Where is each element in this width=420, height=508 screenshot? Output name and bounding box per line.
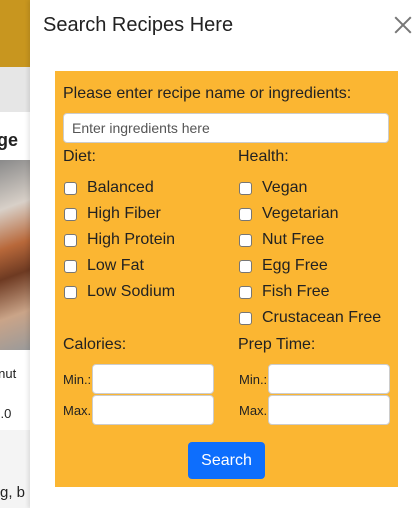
ingredients-search-input[interactable] <box>63 113 389 143</box>
checkbox[interactable] <box>64 233 77 247</box>
checkbox[interactable] <box>239 285 252 299</box>
background-number-text: 00.0 <box>0 406 12 421</box>
diet-option-low-fat[interactable]: Low Fat <box>64 255 144 277</box>
checkbox[interactable] <box>239 233 252 247</box>
calories-max-input[interactable] <box>92 395 214 425</box>
diet-label: Diet: <box>63 148 96 165</box>
health-option-label: Fish Free <box>262 283 330 300</box>
health-option-vegan[interactable]: Vegan <box>239 177 307 199</box>
health-option-label: Egg Free <box>262 257 328 274</box>
checkbox[interactable] <box>64 207 77 221</box>
prep-time-min-input[interactable] <box>268 364 390 394</box>
search-form: Please enter recipe name or ingredients:… <box>55 71 398 487</box>
diet-option-label: Low Fat <box>87 257 144 274</box>
health-option-egg-free[interactable]: Egg Free <box>239 255 328 277</box>
background-minutes-text: ninut <box>0 366 17 381</box>
health-label: Health: <box>238 148 289 165</box>
modal-title: Search Recipes Here <box>43 14 234 36</box>
background-recipe-title: nge <box>0 130 19 150</box>
prep-time-max-label: Max. <box>239 403 268 418</box>
calories-max-label: Max. <box>63 403 92 418</box>
background-band <box>0 67 30 112</box>
calories-min-input[interactable] <box>92 364 214 394</box>
calories-min-label: Min.: <box>63 372 92 387</box>
health-option-fish-free[interactable]: Fish Free <box>239 281 330 303</box>
checkbox[interactable] <box>239 207 252 221</box>
checkbox[interactable] <box>239 311 252 325</box>
diet-option-label: High Protein <box>87 231 176 248</box>
diet-option-high-fiber[interactable]: High Fiber <box>64 203 161 225</box>
diet-option-label: Low Sodium <box>87 283 176 300</box>
health-option-label: Vegan <box>262 179 308 196</box>
close-icon[interactable] <box>392 12 414 38</box>
diet-option-label: High Fiber <box>87 205 161 222</box>
health-option-nut-free[interactable]: Nut Free <box>239 229 324 251</box>
search-button[interactable]: Search <box>188 442 265 479</box>
prep-time-max-input[interactable] <box>268 395 390 425</box>
prep-time-label: Prep Time: <box>238 336 316 353</box>
diet-option-high-protein[interactable]: High Protein <box>64 229 175 251</box>
health-option-label: Nut Free <box>262 231 325 248</box>
calories-label: Calories: <box>63 336 127 353</box>
diet-option-low-sodium[interactable]: Low Sodium <box>64 281 175 303</box>
health-option-label: Crustacean Free <box>262 309 382 326</box>
checkbox[interactable] <box>239 181 252 195</box>
checkbox[interactable] <box>64 285 77 299</box>
background-header <box>0 0 30 67</box>
prep-time-min-label: Min.: <box>239 372 268 387</box>
background-ingredients-text: g, b <box>0 484 26 501</box>
diet-option-balanced[interactable]: Balanced <box>64 177 154 199</box>
checkbox[interactable] <box>64 181 77 195</box>
diet-option-label: Balanced <box>87 179 154 196</box>
background-recipe-photo <box>0 160 30 350</box>
search-prompt: Please enter recipe name or ingredients: <box>63 85 352 102</box>
background-page: nge ninut 00.0 g, b <box>0 0 30 508</box>
health-option-vegetarian[interactable]: Vegetarian <box>239 203 339 225</box>
checkbox[interactable] <box>239 259 252 273</box>
search-modal: Search Recipes Here Please enter recipe … <box>30 0 420 508</box>
health-option-label: Vegetarian <box>262 205 339 222</box>
health-option-crustacean-free[interactable]: Crustacean Free <box>239 307 381 329</box>
checkbox[interactable] <box>64 259 77 273</box>
